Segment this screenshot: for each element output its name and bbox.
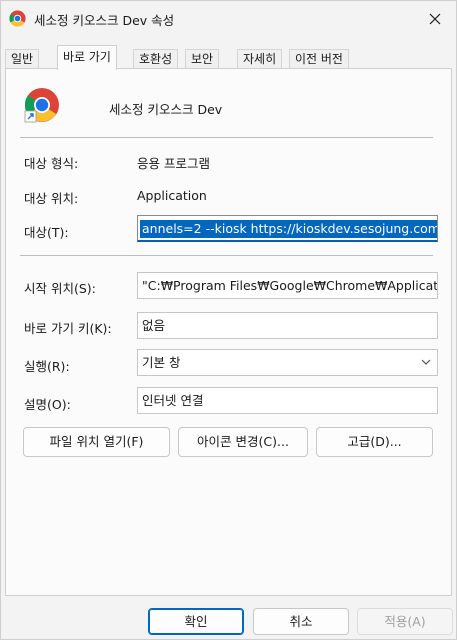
hotkey-input[interactable]: 없음: [137, 312, 438, 339]
chevron-down-icon: [421, 359, 431, 365]
shortcut-name: 세소정 키오스크 Dev: [109, 102, 223, 117]
divider: [20, 255, 433, 256]
shortcut-panel: 세소정 키오스크 Dev 대상 형식: 응용 프로그램 대상 위치: Appli…: [5, 68, 452, 596]
run-select[interactable]: 기본 창: [137, 349, 438, 376]
tab-previous-versions[interactable]: 이전 버전: [289, 49, 349, 69]
run-value: 기본 창: [142, 355, 181, 370]
tab-shortcut[interactable]: 바로 가기: [57, 45, 117, 70]
chrome-shortcut-icon: [24, 88, 59, 123]
target-location-value: Application: [137, 188, 207, 203]
ok-button[interactable]: 확인: [148, 608, 244, 635]
comment-label: 설명(O):: [24, 397, 71, 412]
hotkey-value: 없음: [142, 318, 166, 333]
hotkey-label: 바로 가기 키(K):: [24, 321, 112, 336]
tab-compatibility[interactable]: 호환성: [133, 49, 179, 69]
window-title: 세소정 키오스크 Dev 속성: [34, 13, 175, 28]
open-file-location-button[interactable]: 파일 위치 열기(F): [23, 427, 170, 457]
comment-input[interactable]: 인터넷 연결: [137, 387, 438, 414]
tab-details[interactable]: 자세히: [237, 49, 283, 69]
cancel-button[interactable]: 취소: [253, 608, 349, 635]
tab-general[interactable]: 일반: [5, 49, 40, 69]
properties-window: 세소정 키오스크 Dev 속성 일반 바로 가기 호환성 보안 자세히 이전 버…: [0, 0, 457, 640]
start-in-label: 시작 위치(S):: [24, 281, 96, 296]
comment-value: 인터넷 연결: [142, 393, 204, 408]
run-label: 실행(R):: [24, 359, 70, 374]
target-type-value: 응용 프로그램: [137, 156, 210, 171]
start-in-input[interactable]: "C:₩Program Files₩Google₩Chrome₩Applicat…: [137, 272, 438, 299]
advanced-button[interactable]: 고급(D)...: [316, 427, 433, 457]
target-location-label: 대상 위치:: [24, 191, 79, 206]
chrome-icon: [9, 10, 26, 27]
target-type-label: 대상 형식:: [24, 156, 79, 171]
close-icon: [429, 13, 441, 25]
start-in-value: "C:₩Program Files₩Google₩Chrome₩Applicat…: [142, 278, 438, 293]
title-bar: 세소정 키오스크 Dev 속성: [1, 1, 456, 37]
close-button[interactable]: [420, 5, 450, 33]
divider: [20, 137, 433, 138]
tab-security[interactable]: 보안: [185, 49, 220, 69]
change-icon-button[interactable]: 아이콘 변경(C)...: [178, 427, 308, 457]
target-value: annels=2 --kiosk https://kioskdev.sesoju…: [140, 220, 437, 238]
target-input[interactable]: annels=2 --kiosk https://kioskdev.sesoju…: [137, 215, 438, 242]
apply-button[interactable]: 적용(A): [357, 608, 453, 635]
target-label: 대상(T):: [24, 225, 69, 240]
